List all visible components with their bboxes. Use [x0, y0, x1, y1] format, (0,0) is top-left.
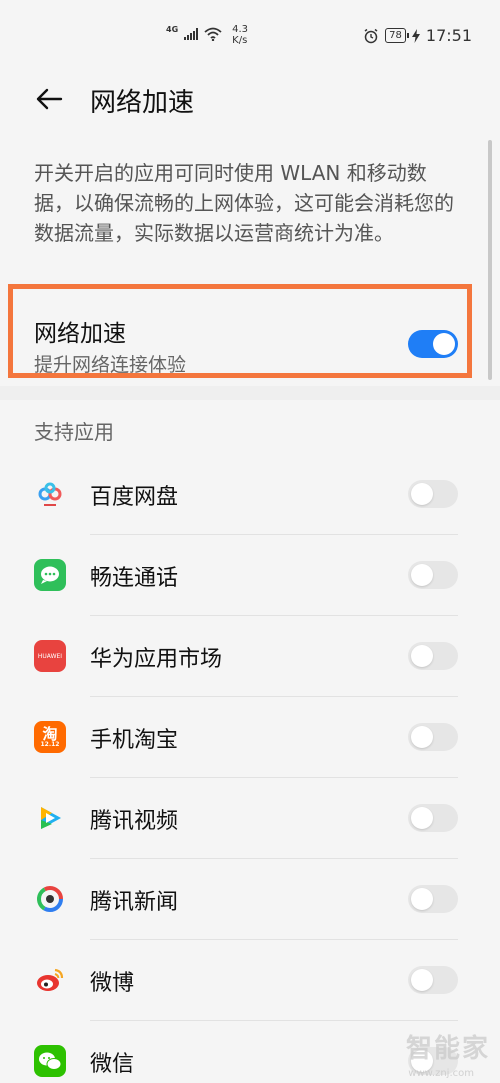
app-label: 畅连通话 — [90, 566, 179, 591]
app-toggle[interactable] — [408, 885, 458, 913]
app-row-taobao[interactable]: 淘 12.12 手机淘宝 — [0, 697, 500, 778]
wechat-icon — [34, 1045, 66, 1077]
accelerate-subtitle: 提升网络连接体验 — [34, 354, 187, 376]
app-row-weibo[interactable]: 微博 — [0, 940, 500, 1021]
status-network: 4G 4.3 K/s — [166, 22, 248, 46]
tencent-video-icon — [34, 802, 66, 834]
network-speed: 4.3 K/s — [232, 24, 248, 46]
huawei-appgallery-icon: HUAWEI — [34, 640, 66, 672]
app-row-meetime[interactable]: 畅连通话 — [0, 535, 500, 616]
network-accelerate-row[interactable]: 网络加速 提升网络连接体验 — [0, 290, 500, 384]
alarm-icon — [364, 28, 378, 43]
toggle-knob — [411, 969, 433, 991]
toggle-knob — [411, 483, 433, 505]
toggle-knob — [411, 888, 433, 910]
app-toggle[interactable] — [408, 480, 458, 508]
taobao-icon-date: 12.12 — [40, 740, 60, 748]
baidu-netdisk-icon — [34, 478, 66, 510]
speed-value: 4.3 — [232, 24, 249, 35]
app-label: 华为应用市场 — [90, 647, 223, 672]
app-row-tencent-video[interactable]: 腾讯视频 — [0, 778, 500, 859]
app-row-tencent-news[interactable]: 腾讯新闻 — [0, 859, 500, 940]
battery-icon: 78 — [385, 28, 409, 43]
app-row-baidu-netdisk[interactable]: 百度网盘 — [0, 454, 500, 535]
app-list: 百度网盘 畅连通话 HUAWEI 华为应用市场 淘 12.12 手机淘宝 腾讯视… — [0, 454, 500, 1083]
app-toggle[interactable] — [408, 804, 458, 832]
page-title: 网络加速 — [90, 88, 195, 118]
app-label: 微信 — [90, 1052, 135, 1077]
status-bar: 4G 4.3 K/s 78 17:51 — [0, 0, 500, 60]
app-label: 百度网盘 — [90, 485, 179, 510]
watermark-logo: 智能家 — [405, 1034, 490, 1064]
network-type: 4G — [166, 24, 179, 34]
app-label: 手机淘宝 — [90, 728, 179, 753]
toggle-knob — [411, 807, 433, 829]
app-label: 腾讯视频 — [90, 809, 179, 834]
clock: 17:51 — [425, 26, 472, 45]
weibo-icon — [34, 964, 66, 996]
accelerate-title: 网络加速 — [34, 321, 126, 347]
app-label: 腾讯新闻 — [90, 890, 179, 915]
signal-icon — [184, 28, 199, 40]
status-right: 78 17:51 — [363, 26, 472, 45]
speed-unit: K/s — [232, 35, 248, 46]
meetime-icon — [34, 559, 66, 591]
tencent-news-icon — [34, 883, 66, 915]
section-label: 支持应用 — [34, 420, 114, 444]
taobao-icon: 淘 12.12 — [34, 721, 66, 753]
watermark-url: www.znj.com — [408, 1068, 474, 1079]
back-arrow-icon[interactable] — [34, 84, 64, 114]
app-toggle[interactable] — [408, 642, 458, 670]
screen: 4G 4.3 K/s 78 17:51 网络加速 开关开启的应用可同时使用 WL… — [0, 0, 500, 1083]
battery-level: 78 — [389, 29, 402, 41]
charging-icon — [411, 28, 420, 43]
accelerate-toggle[interactable] — [408, 330, 458, 358]
section-divider — [0, 386, 500, 400]
app-toggle[interactable] — [408, 966, 458, 994]
toggle-knob — [411, 645, 433, 667]
app-toggle[interactable] — [408, 561, 458, 589]
app-header: 网络加速 — [0, 72, 500, 128]
toggle-knob — [411, 564, 433, 586]
app-row-huawei-appgallery[interactable]: HUAWEI 华为应用市场 — [0, 616, 500, 697]
toggle-knob — [433, 333, 455, 355]
huawei-icon-text: HUAWEI — [37, 652, 63, 660]
description-text: 开关开启的应用可同时使用 WLAN 和移动数据，以确保流畅的上网体验，这可能会消… — [34, 161, 454, 245]
scrollbar[interactable] — [488, 140, 492, 380]
wifi-icon — [204, 27, 222, 41]
app-label: 微博 — [90, 971, 135, 996]
toggle-knob — [411, 726, 433, 748]
app-toggle[interactable] — [408, 723, 458, 751]
taobao-icon-main: 淘 — [42, 724, 58, 743]
